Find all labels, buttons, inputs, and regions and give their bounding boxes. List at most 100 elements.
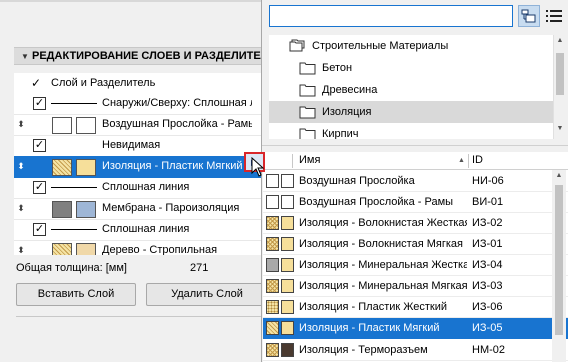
layer-row[interactable]: ✓ Сплошная линия	[14, 177, 270, 199]
color-swatch	[281, 258, 294, 272]
material-id: НМ-02	[472, 344, 506, 356]
panel-top-border	[0, 0, 270, 2]
pattern-swatch[interactable]	[52, 117, 72, 134]
pane-splitter[interactable]	[262, 145, 568, 146]
pattern-swatch[interactable]	[52, 243, 72, 255]
color-swatch	[281, 174, 294, 188]
insert-layer-button[interactable]: Вставить Слой	[16, 283, 136, 306]
pattern-swatch	[266, 258, 279, 272]
scroll-thumb[interactable]	[555, 185, 563, 335]
material-id: НИ-06	[472, 175, 504, 187]
drag-handle-icon[interactable]: ⬍	[16, 244, 26, 255]
layer-row[interactable]: ✓ Сплошная линия	[14, 219, 270, 241]
tree-item[interactable]: Кирпич	[269, 123, 554, 139]
drag-handle-icon[interactable]: ⬍	[16, 160, 26, 172]
search-input[interactable]	[270, 6, 512, 26]
tree-item[interactable]: Бетон	[269, 57, 554, 79]
material-name: Изоляция - Терморазъем	[299, 344, 428, 356]
layer-label: Сплошная линия	[102, 223, 190, 235]
color-swatch[interactable]	[76, 201, 96, 218]
layer-row[interactable]: ⬍ Мембрана - Пароизоляция	[14, 198, 270, 220]
table-row[interactable]: Изоляция - Минеральная Мягкая ИЗ-03	[263, 276, 568, 297]
color-swatch[interactable]	[76, 117, 96, 134]
scroll-up-icon[interactable]: ▲	[553, 172, 565, 179]
tree-scrollbar[interactable]: ▲ ▼	[553, 35, 566, 139]
layer-row-selected[interactable]: ⬍ Изоляция - Пластик Мягкий	[14, 156, 270, 178]
color-swatch	[281, 237, 294, 251]
tree-item[interactable]: Древесина	[269, 79, 554, 101]
column-separator[interactable]	[468, 154, 469, 168]
layers-list: ✓ Слой и Разделитель ✓ Снаружи/Сверху: С…	[14, 73, 270, 255]
pattern-swatch	[266, 174, 279, 188]
table-row-selected[interactable]: Изоляция - Пластик Мягкий ИЗ-05	[263, 318, 568, 339]
material-name: Изоляция - Пластик Мягкий	[299, 322, 440, 334]
tree-item-label: Древесина	[322, 84, 378, 96]
show-line-checkbox[interactable]: ✓	[33, 223, 46, 236]
table-row[interactable]: Изоляция - Минеральная Жесткая ИЗ-04	[263, 255, 568, 276]
category-tree: Строительные Материалы Бетон Древесина И…	[269, 35, 554, 139]
pattern-swatch[interactable]	[52, 159, 72, 176]
total-thickness-label: Общая толщина: [мм]	[16, 262, 127, 274]
color-swatch[interactable]	[76, 243, 96, 255]
column-id-header[interactable]: ID	[472, 154, 483, 166]
table-row[interactable]: Изоляция - Терморазъем НМ-02	[263, 340, 568, 361]
color-swatch	[281, 321, 294, 335]
column-name-header[interactable]: Имя	[299, 154, 320, 166]
solid-line-icon	[51, 103, 97, 104]
tree-item[interactable]: Строительные Материалы	[269, 35, 554, 57]
folder-icon	[299, 128, 316, 139]
material-picker-popup: Строительные Материалы Бетон Древесина И…	[261, 0, 568, 362]
table-row[interactable]: Изоляция - Пластик Жесткий ИЗ-06	[263, 297, 568, 318]
tree-item-label: Бетон	[322, 62, 353, 74]
collapse-triangle-icon[interactable]: ▼	[18, 49, 32, 64]
show-line-checkbox[interactable]: ✓	[33, 181, 46, 194]
drag-handle-icon[interactable]: ⬍	[16, 118, 26, 130]
layer-row[interactable]: ✓ Снаружи/Сверху: Сплошная линия	[14, 93, 270, 115]
pattern-swatch	[266, 300, 279, 314]
scroll-up-icon[interactable]: ▲	[554, 37, 566, 49]
layer-row[interactable]: ✓ Невидимая	[14, 135, 270, 157]
material-id: ИЗ-05	[472, 322, 503, 334]
folder-icon	[299, 62, 316, 75]
folder-view-icon[interactable]	[518, 5, 540, 27]
divider	[16, 316, 270, 317]
show-line-checkbox[interactable]: ✓	[33, 97, 46, 110]
section-header[interactable]: ▼ РЕДАКТИРОВАНИЕ СЛОЕВ И РАЗДЕЛИТЕЛЕЙ	[14, 47, 270, 65]
material-id: ИЗ-03	[472, 280, 503, 292]
pattern-swatch	[266, 321, 279, 335]
pattern-swatch	[266, 343, 279, 357]
scroll-down-icon[interactable]: ▼	[554, 125, 566, 137]
table-scrollbar[interactable]: ▲	[552, 170, 566, 362]
layer-label: Снаружи/Сверху: Сплошная линия	[102, 97, 252, 109]
materials-table: Имя ▲ ID Воздушная Прослойка НИ-06 Возду…	[263, 152, 568, 362]
list-view-icon[interactable]	[543, 5, 565, 27]
pattern-swatch	[266, 279, 279, 293]
layer-row[interactable]: ⬍ Воздушная Прослойка - Рамы	[14, 114, 270, 136]
material-name: Воздушная Прослойка - Рамы	[299, 196, 454, 208]
sort-arrow-icon: ▲	[458, 157, 465, 164]
color-swatch	[281, 279, 294, 293]
pattern-swatch	[266, 237, 279, 251]
table-row[interactable]: Воздушная Прослойка НИ-06	[263, 171, 568, 192]
layers-header-row: ✓ Слой и Разделитель	[14, 73, 270, 95]
material-id: ИЗ-02	[472, 217, 503, 229]
solid-line-icon	[51, 229, 97, 230]
color-swatch	[281, 216, 294, 230]
table-row[interactable]: Воздушная Прослойка - Рамы ВИ-01	[263, 192, 568, 213]
table-row[interactable]: Изоляция - Волокнистая Мягкая ИЗ-01	[263, 234, 568, 255]
material-name: Изоляция - Минеральная Мягкая	[299, 280, 467, 292]
color-swatch[interactable]	[76, 159, 96, 176]
delete-layer-button[interactable]: Удалить Слой	[146, 283, 268, 306]
show-line-checkbox[interactable]: ✓	[33, 139, 46, 152]
scroll-thumb[interactable]	[556, 53, 564, 95]
drag-handle-icon[interactable]: ⬍	[16, 202, 26, 214]
pattern-swatch[interactable]	[52, 201, 72, 218]
tree-item-selected[interactable]: Изоляция	[269, 101, 554, 123]
layer-row[interactable]: ⬍ Дерево - Стропильная	[14, 240, 270, 255]
layer-label: Мембрана - Пароизоляция	[102, 202, 240, 214]
column-separator[interactable]	[292, 154, 293, 168]
search-field[interactable]	[269, 5, 513, 27]
folder-icon	[299, 84, 316, 97]
checkmark-icon: ✓	[31, 76, 42, 90]
table-row[interactable]: Изоляция - Волокнистая Жесткая ИЗ-02	[263, 213, 568, 234]
